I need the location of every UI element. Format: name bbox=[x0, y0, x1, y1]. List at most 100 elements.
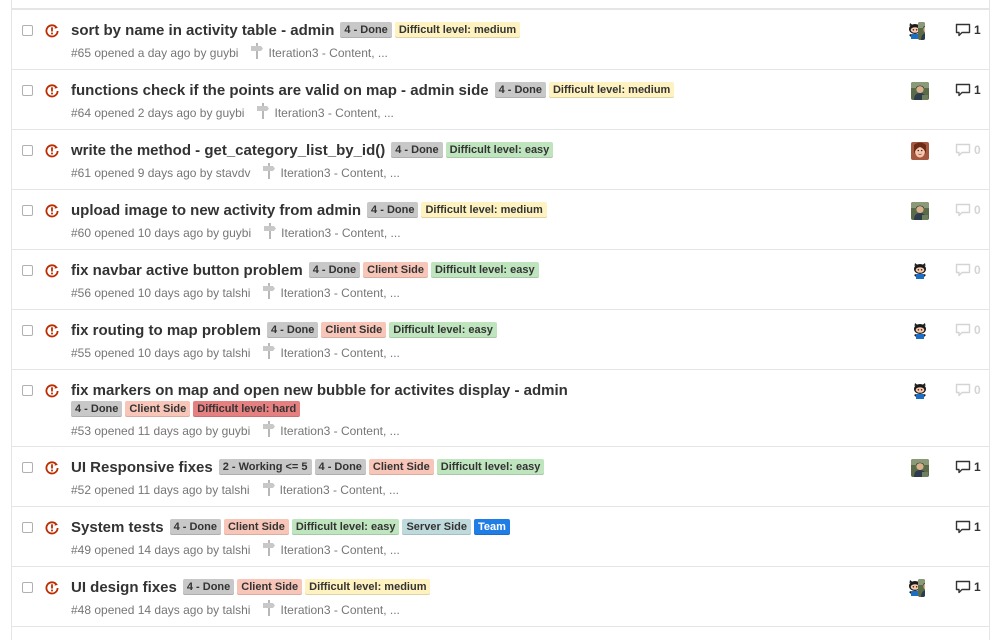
issue-label-done[interactable]: 4 - Done bbox=[182, 579, 235, 595]
issue-comments-link[interactable]: 1 bbox=[955, 580, 981, 597]
issue-title-link[interactable]: UI design fixes bbox=[71, 579, 177, 596]
issue-label-easy[interactable]: Difficult level: easy bbox=[445, 142, 554, 158]
issue-select-checkbox[interactable] bbox=[22, 85, 33, 96]
assignee-avatar[interactable] bbox=[911, 459, 929, 477]
issue-comments-link[interactable]: 0 bbox=[955, 203, 981, 220]
issue-label-medium[interactable]: Difficult level: medium bbox=[421, 202, 547, 218]
issue-label-client-side[interactable]: Client Side bbox=[321, 322, 387, 338]
issue-opened-icon bbox=[45, 324, 59, 338]
issue-meta: #48 opened 14 days ago by talshi Iterati… bbox=[71, 600, 400, 620]
issue-title-link[interactable]: sort by name in activity table - admin bbox=[71, 22, 334, 39]
issue-comments-link[interactable]: 0 bbox=[955, 383, 981, 400]
issue-opened-icon bbox=[45, 24, 59, 38]
issue-comment-count: 1 bbox=[974, 520, 981, 534]
issue-label-client-side[interactable]: Client Side bbox=[223, 519, 289, 535]
issue-label-medium[interactable]: Difficult level: medium bbox=[305, 579, 431, 595]
issue-milestone-text: Iteration3 - Content, ... bbox=[280, 286, 400, 300]
issue-label-client-side[interactable]: Client Side bbox=[237, 579, 303, 595]
issue-title-link[interactable]: upload image to new activity from admin bbox=[71, 202, 361, 219]
assignee-avatar[interactable] bbox=[911, 82, 929, 100]
issue-milestone-link[interactable]: Iteration3 - Content, ... bbox=[250, 43, 388, 63]
issue-label-easy[interactable]: Difficult level: easy bbox=[430, 262, 539, 278]
issue-title-line: functions check if the points are valid … bbox=[71, 82, 677, 100]
issue-label-done[interactable]: 4 - Done bbox=[71, 401, 123, 417]
issue-comments-link[interactable]: 0 bbox=[955, 263, 981, 280]
issue-select-checkbox[interactable] bbox=[22, 522, 33, 533]
issue-label-server-side[interactable]: Server Side bbox=[402, 519, 472, 535]
issue-title-line: write the method - get_category_list_by_… bbox=[71, 142, 556, 160]
issue-select-checkbox[interactable] bbox=[22, 25, 33, 36]
issue-comments-link[interactable]: 0 bbox=[955, 143, 981, 160]
issue-title-line: fix navbar active button problem 4 - Done… bbox=[71, 262, 542, 280]
assignee-avatar[interactable] bbox=[918, 22, 925, 40]
issue-milestone-link[interactable]: Iteration3 - Content, ... bbox=[256, 103, 394, 123]
issue-row: write the method - get_category_list_by_… bbox=[12, 129, 989, 189]
issue-label-easy[interactable]: Difficult level: easy bbox=[389, 322, 497, 338]
issue-label-team[interactable]: Team bbox=[474, 519, 510, 535]
issue-select-checkbox[interactable] bbox=[22, 145, 33, 156]
issue-select-checkbox[interactable] bbox=[22, 205, 33, 216]
issue-opened-text: #60 opened 10 days ago by guybi bbox=[71, 226, 252, 240]
issue-select-checkbox[interactable] bbox=[22, 582, 33, 593]
issue-label-done[interactable]: 4 - Done bbox=[308, 262, 361, 278]
issue-milestone-link[interactable]: Iteration3 - Content, ... bbox=[262, 421, 400, 441]
comment-icon bbox=[955, 383, 971, 400]
issue-label-done[interactable]: 4 - Done bbox=[314, 459, 366, 475]
assignee-avatar[interactable] bbox=[911, 262, 929, 280]
issue-title-line: UI Responsive fixes 2 - Working <= 54 - D… bbox=[71, 459, 547, 477]
issue-label-medium[interactable]: Difficult level: medium bbox=[394, 22, 521, 38]
issue-label-client-side[interactable]: Client Side bbox=[368, 459, 434, 475]
issue-title-link[interactable]: fix markers on map and open new bubble f… bbox=[71, 382, 568, 399]
issue-milestone-link[interactable]: Iteration3 - Content, ... bbox=[263, 223, 401, 243]
issue-milestone-link[interactable]: Iteration3 - Content, ... bbox=[262, 283, 400, 303]
assignee-avatar[interactable] bbox=[911, 322, 929, 340]
issue-select-checkbox[interactable] bbox=[22, 385, 33, 396]
issue-select-checkbox[interactable] bbox=[22, 265, 33, 276]
issue-label-done[interactable]: 4 - Done bbox=[367, 202, 419, 218]
issue-milestone-text: Iteration3 - Content, ... bbox=[280, 166, 400, 180]
issue-milestone-link[interactable]: Iteration3 - Content, ... bbox=[262, 163, 400, 183]
issue-label-easy[interactable]: Difficult level: easy bbox=[436, 459, 545, 475]
issue-label-done[interactable]: 4 - Done bbox=[267, 322, 319, 338]
issue-meta: #56 opened 10 days ago by talshi Iterati… bbox=[71, 283, 400, 303]
issue-milestone-text: Iteration3 - Content, ... bbox=[280, 543, 400, 557]
issue-label-done[interactable]: 4 - Done bbox=[494, 82, 546, 98]
assignee-avatar[interactable] bbox=[918, 579, 925, 597]
issue-row: functions check if the points are valid … bbox=[12, 69, 989, 129]
issue-milestone-link[interactable]: Iteration3 - Content, ... bbox=[262, 343, 400, 363]
issue-select-checkbox[interactable] bbox=[22, 462, 33, 473]
issue-comments-link[interactable]: 1 bbox=[955, 83, 981, 100]
issue-title-link[interactable]: System tests bbox=[71, 519, 164, 536]
issue-title-link[interactable]: UI Responsive fixes bbox=[71, 459, 213, 476]
issue-milestone-link[interactable]: Iteration3 - Content, ... bbox=[262, 480, 399, 500]
issue-title-link[interactable]: fix routing to map problem bbox=[71, 322, 261, 339]
assignee-avatar[interactable] bbox=[911, 382, 929, 400]
issue-milestone-link[interactable]: Iteration3 - Content, ... bbox=[262, 600, 400, 620]
issue-label-done[interactable]: 4 - Done bbox=[391, 142, 443, 158]
issue-milestone-link[interactable]: Iteration3 - Content, ... bbox=[262, 540, 400, 560]
issue-comments-link[interactable]: 1 bbox=[955, 23, 981, 40]
milestone-icon bbox=[262, 163, 276, 183]
issue-comments-link[interactable]: 1 bbox=[955, 460, 981, 477]
issue-label-done[interactable]: 4 - Done bbox=[340, 22, 392, 38]
issue-label-client-side[interactable]: Client Side bbox=[125, 401, 191, 417]
issue-title-link[interactable]: functions check if the points are valid … bbox=[71, 82, 489, 99]
issue-comments-link[interactable]: 1 bbox=[955, 520, 981, 537]
issue-label-hard[interactable]: Difficult level: hard bbox=[193, 401, 301, 417]
issue-title-link[interactable]: fix navbar active button problem bbox=[71, 262, 303, 279]
issue-label-easy[interactable]: Difficult level: easy bbox=[291, 519, 400, 535]
comment-icon bbox=[955, 460, 971, 477]
issue-title-link[interactable]: write the method - get_category_list_by_… bbox=[71, 142, 385, 159]
issue-comment-count: 1 bbox=[974, 580, 981, 594]
comment-icon bbox=[955, 143, 971, 160]
issue-select-checkbox[interactable] bbox=[22, 325, 33, 336]
assignee-avatar[interactable] bbox=[911, 142, 929, 160]
issue-title-line: System tests 4 - Done Client Side Difficult… bbox=[71, 519, 513, 537]
issue-label-client-side[interactable]: Client Side bbox=[363, 262, 428, 278]
issue-label-working[interactable]: 2 - Working <= 5 bbox=[218, 459, 312, 475]
issue-label-done[interactable]: 4 - Done bbox=[169, 519, 221, 535]
issue-comments-link[interactable]: 0 bbox=[955, 323, 981, 340]
assignee-avatar[interactable] bbox=[911, 202, 929, 220]
issue-milestone-text: Iteration3 - Content, ... bbox=[274, 106, 394, 120]
issue-label-medium[interactable]: Difficult level: medium bbox=[548, 82, 675, 98]
